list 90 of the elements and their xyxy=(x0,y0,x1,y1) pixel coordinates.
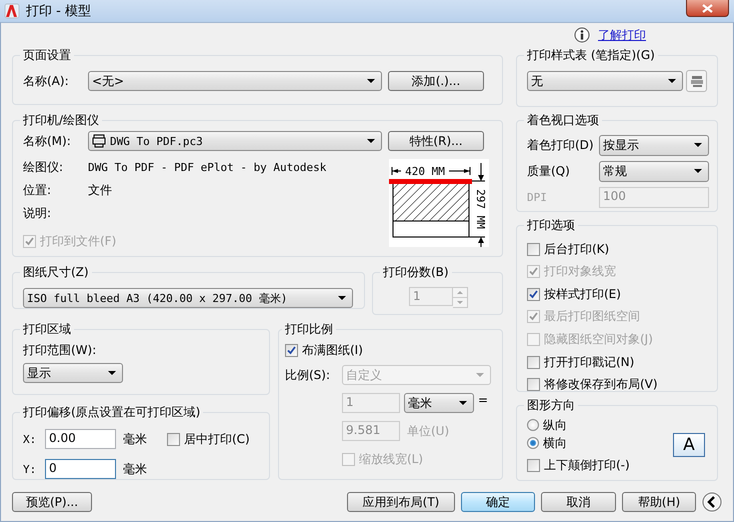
checkbox-label: 上下颠倒打印(-) xyxy=(544,456,630,474)
info-icon xyxy=(574,27,590,43)
field-label: 比例(S): xyxy=(285,366,332,384)
caret-icon xyxy=(367,79,375,83)
field-label: 名称(M): xyxy=(23,132,72,150)
unit-label: 单位(U) xyxy=(407,422,450,440)
app-icon xyxy=(4,3,20,19)
field-label: Y: xyxy=(23,462,38,476)
spin-buttons[interactable] xyxy=(453,287,468,308)
radio-label: 横向 xyxy=(543,434,567,452)
info-value: 文件 xyxy=(88,182,112,198)
checkbox[interactable] xyxy=(285,344,298,357)
radio-label: 纵向 xyxy=(543,416,567,434)
button[interactable]: 应用到布局(T) xyxy=(347,492,455,512)
info-label: 位置: xyxy=(23,182,52,198)
collapse-icon[interactable] xyxy=(702,492,722,512)
group-title: 打印机/绘图仪 xyxy=(22,112,100,129)
field-label: DPI xyxy=(527,190,548,204)
checkbox[interactable] xyxy=(527,458,540,472)
caret-icon xyxy=(108,371,116,375)
group-title: 打印比例 xyxy=(284,321,334,338)
button[interactable]: 添加(.)... xyxy=(388,71,484,91)
edit-style-button[interactable] xyxy=(686,70,707,92)
caret-icon xyxy=(367,139,375,143)
checkbox-label: 按样式打印(E) xyxy=(544,286,621,303)
group-title: 图形方向 xyxy=(526,397,576,414)
caret-icon xyxy=(459,401,467,405)
input-field[interactable]: 0 xyxy=(45,459,116,479)
dropdown[interactable]: 常规 xyxy=(599,160,709,182)
button[interactable]: 取消 xyxy=(541,492,616,512)
group-title: 打印偏移(原点设置在可打印区域) xyxy=(22,404,202,421)
checkbox[interactable] xyxy=(167,432,180,446)
button[interactable]: 特性(R)... xyxy=(388,131,484,151)
checkbox-label: 隐藏图纸空间对象(J) xyxy=(544,330,653,348)
checkbox[interactable] xyxy=(527,378,540,392)
checkbox-label: 居中打印(C) xyxy=(184,430,250,448)
close-icon xyxy=(702,4,713,12)
dropdown[interactable]: 毫米 xyxy=(404,393,474,413)
field-label: 打印范围(W): xyxy=(23,342,98,359)
close-button[interactable] xyxy=(686,0,729,17)
checkbox-label: 打开打印戳记(N) xyxy=(544,354,634,371)
button[interactable]: 预览(P)... xyxy=(12,492,92,512)
checkbox-label: 后台打印(K) xyxy=(544,240,610,258)
input-field[interactable]: 0.00 xyxy=(45,429,116,449)
checkbox-label: 缩放线宽(L) xyxy=(359,451,424,468)
button[interactable]: 帮助(H) xyxy=(622,492,696,512)
checkbox-label: 最后打印图纸空间 xyxy=(544,308,640,326)
group-title: 打印区域 xyxy=(22,321,72,338)
dimension-label: 297 MM xyxy=(474,189,487,229)
field-label: 着色打印(D) xyxy=(527,136,595,154)
unit-label: 毫米 xyxy=(123,460,147,478)
caret-icon xyxy=(338,296,346,300)
info-label: 绘图仪: xyxy=(23,158,64,176)
group-title: 图纸尺寸(Z) xyxy=(22,264,90,281)
field-label: 质量(Q) xyxy=(527,162,571,180)
checkbox-label: 将修改保存到布局(V) xyxy=(544,376,658,394)
group-title: 打印样式表 (笔指定)(G) xyxy=(526,47,656,64)
caret-icon xyxy=(476,373,484,377)
dropdown[interactable]: 显示 xyxy=(23,363,123,383)
group-title: 打印选项 xyxy=(526,217,576,234)
dropdown[interactable]: 无 xyxy=(527,71,683,91)
orientation-preview: A xyxy=(673,433,705,458)
field-label: X: xyxy=(23,432,38,446)
group-title: 页面设置 xyxy=(22,47,72,64)
dropdown[interactable]: <无> xyxy=(88,71,382,91)
checkbox[interactable] xyxy=(527,288,540,301)
group-title: 着色视口选项 xyxy=(526,112,600,129)
caret-icon xyxy=(668,79,676,83)
dropdown[interactable]: ISO full bleed A3 (420.00 x 297.00 毫米) xyxy=(23,288,353,308)
dimension-label: 420 MM xyxy=(405,165,445,178)
checkbox[interactable] xyxy=(527,356,540,369)
dropdown[interactable]: 按显示 xyxy=(599,134,709,156)
window-title: 打印 - 模型 xyxy=(26,3,91,20)
info-value: DWG To PDF - PDF ePlot - by Autodesk xyxy=(88,160,326,174)
group-title: 打印份数(B) xyxy=(382,264,450,281)
dropdown[interactable]: DWG To PDF.pc3 xyxy=(88,131,382,151)
checkbox-label: 打印到文件(F) xyxy=(40,233,116,250)
button[interactable]: 确定 xyxy=(461,492,535,512)
radio-button[interactable] xyxy=(527,419,539,431)
checkbox-label: 布满图纸(I) xyxy=(302,342,363,359)
help-link[interactable]: 了解打印 xyxy=(598,26,646,44)
info-label: 说明: xyxy=(23,204,52,222)
equals-sign: = xyxy=(478,393,488,407)
caret-icon xyxy=(694,143,702,147)
checkbox[interactable] xyxy=(527,242,540,256)
unit-label: 毫米 xyxy=(123,430,147,448)
checkbox-label: 打印对象线宽 xyxy=(544,263,616,280)
radio-button[interactable] xyxy=(527,437,539,449)
caret-icon xyxy=(694,169,702,173)
field-label: 名称(A): xyxy=(23,72,70,90)
